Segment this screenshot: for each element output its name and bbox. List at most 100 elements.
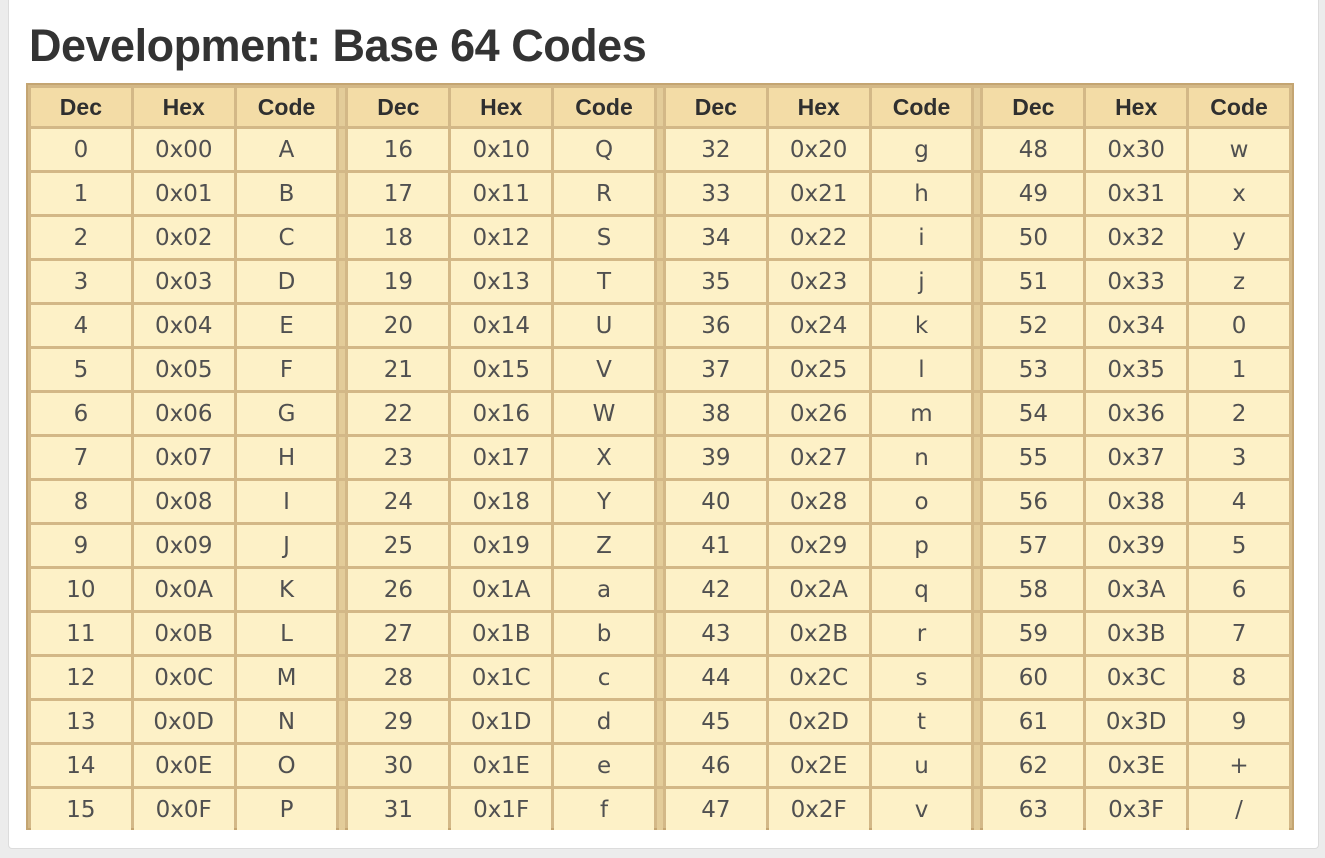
cell-dec: 33: [665, 173, 766, 214]
group-divider: [974, 525, 981, 566]
group-divider: [974, 393, 981, 434]
cell-code: r: [871, 613, 972, 654]
cell-dec: 45: [665, 701, 766, 742]
cell-hex: 0x2F: [768, 789, 869, 830]
cell-dec: 1: [31, 173, 131, 214]
group-divider: [339, 701, 346, 742]
table-row: 10 0x0A K 26 0x1A a 42 0x2A q 58 0x3A 6: [31, 569, 1289, 610]
cell-dec: 59: [983, 613, 1084, 654]
cell-hex: 0x23: [768, 261, 869, 302]
group-divider: [974, 88, 981, 126]
cell-code: B: [236, 173, 337, 214]
cell-code: S: [554, 217, 654, 258]
cell-hex: 0x3C: [1086, 657, 1187, 698]
cell-code: D: [236, 261, 337, 302]
cell-hex: 0x29: [768, 525, 869, 566]
group-divider: [656, 305, 663, 346]
cell-hex: 0x0B: [133, 613, 234, 654]
group-divider: [974, 349, 981, 390]
cell-code: c: [554, 657, 654, 698]
cell-hex: 0x25: [768, 349, 869, 390]
group-divider: [656, 217, 663, 258]
cell-dec: 29: [348, 701, 449, 742]
cell-code: k: [871, 305, 972, 346]
cell-code: 4: [1189, 481, 1289, 522]
cell-hex: 0x02: [133, 217, 234, 258]
group-divider: [339, 437, 346, 478]
group-divider: [656, 745, 663, 786]
cell-code: x: [1189, 173, 1289, 214]
cell-dec: 19: [348, 261, 449, 302]
table-row: 1 0x01 B 17 0x11 R 33 0x21 h 49 0x31 x: [31, 173, 1289, 214]
cell-dec: 49: [983, 173, 1084, 214]
table-row: 6 0x06 G 22 0x16 W 38 0x26 m 54 0x36 2: [31, 393, 1289, 434]
cell-code: o: [871, 481, 972, 522]
cell-code: C: [236, 217, 337, 258]
cell-code: g: [871, 129, 972, 170]
header-hex: Hex: [1086, 88, 1187, 126]
cell-dec: 13: [31, 701, 131, 742]
cell-dec: 16: [348, 129, 449, 170]
group-divider: [974, 481, 981, 522]
table-row: 7 0x07 H 23 0x17 X 39 0x27 n 55 0x37 3: [31, 437, 1289, 478]
cell-hex: 0x3F: [1086, 789, 1187, 830]
group-divider: [656, 261, 663, 302]
cell-dec: 25: [348, 525, 449, 566]
cell-code: 2: [1189, 393, 1289, 434]
cell-dec: 47: [665, 789, 766, 830]
cell-dec: 62: [983, 745, 1084, 786]
group-divider: [339, 613, 346, 654]
cell-hex: 0x39: [1086, 525, 1187, 566]
cell-hex: 0x21: [768, 173, 869, 214]
cell-hex: 0x14: [451, 305, 552, 346]
cell-dec: 22: [348, 393, 449, 434]
cell-code: G: [236, 393, 337, 434]
group-divider: [974, 217, 981, 258]
cell-hex: 0x34: [1086, 305, 1187, 346]
cell-code: P: [236, 789, 337, 830]
cell-code: h: [871, 173, 972, 214]
cell-hex: 0x0D: [133, 701, 234, 742]
cell-code: l: [871, 349, 972, 390]
cell-dec: 60: [983, 657, 1084, 698]
cell-code: O: [236, 745, 337, 786]
group-divider: [974, 701, 981, 742]
group-divider: [974, 569, 981, 610]
cell-code: F: [236, 349, 337, 390]
group-divider: [339, 129, 346, 170]
cell-hex: 0x0E: [133, 745, 234, 786]
cell-hex: 0x2C: [768, 657, 869, 698]
cell-hex: 0x22: [768, 217, 869, 258]
cell-dec: 28: [348, 657, 449, 698]
group-divider: [656, 88, 663, 126]
table-row: 13 0x0D N 29 0x1D d 45 0x2D t 61 0x3D 9: [31, 701, 1289, 742]
table-row: 15 0x0F P 31 0x1F f 47 0x2F v 63 0x3F /: [31, 789, 1289, 830]
cell-hex: 0x3E: [1086, 745, 1187, 786]
group-divider: [339, 569, 346, 610]
cell-hex: 0x08: [133, 481, 234, 522]
cell-hex: 0x3D: [1086, 701, 1187, 742]
header-code: Code: [871, 88, 972, 126]
group-divider: [974, 305, 981, 346]
cell-hex: 0x05: [133, 349, 234, 390]
cell-dec: 5: [31, 349, 131, 390]
cell-hex: 0x01: [133, 173, 234, 214]
group-divider: [656, 789, 663, 830]
cell-dec: 0: [31, 129, 131, 170]
cell-hex: 0x2D: [768, 701, 869, 742]
cell-code: H: [236, 437, 337, 478]
cell-dec: 11: [31, 613, 131, 654]
cell-code: T: [554, 261, 654, 302]
cell-hex: 0x24: [768, 305, 869, 346]
cell-hex: 0x36: [1086, 393, 1187, 434]
cell-code: E: [236, 305, 337, 346]
cell-code: 3: [1189, 437, 1289, 478]
group-divider: [974, 789, 981, 830]
cell-code: f: [554, 789, 654, 830]
cell-hex: 0x0F: [133, 789, 234, 830]
header-code: Code: [554, 88, 654, 126]
cell-code: +: [1189, 745, 1289, 786]
cell-hex: 0x11: [451, 173, 552, 214]
group-divider: [656, 173, 663, 214]
cell-dec: 7: [31, 437, 131, 478]
